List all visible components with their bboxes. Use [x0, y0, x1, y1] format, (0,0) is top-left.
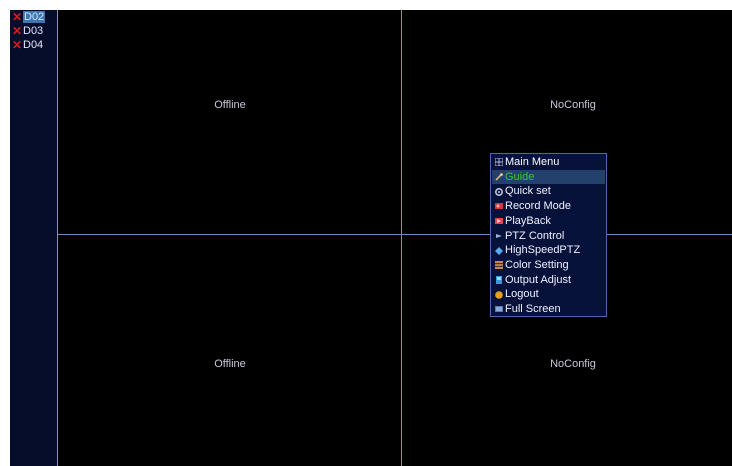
- channel-label: D04: [23, 39, 44, 51]
- menu-title: Main Menu: [492, 155, 605, 170]
- channel-item-d04[interactable]: ✕ D04: [12, 39, 43, 51]
- menu-item-label: HighSpeedPTZ: [505, 244, 581, 257]
- menu-item-label: Quick set: [505, 185, 551, 198]
- menu-item-quick-set[interactable]: Quick set: [492, 184, 605, 199]
- channel-item-d02[interactable]: ✕ D02: [12, 10, 46, 24]
- menu-item-label: PTZ Control: [505, 229, 565, 242]
- gear-icon: [495, 187, 503, 196]
- quadrant-bottom-right-status: NoConfig: [550, 358, 596, 370]
- channel-item-d03[interactable]: ✕ D03: [12, 25, 43, 37]
- menu-item-record-mode[interactable]: Record Mode: [492, 199, 605, 214]
- x-icon: ✕: [12, 24, 23, 38]
- menu-item-guide[interactable]: Guide: [492, 169, 605, 185]
- x-icon: ✕: [12, 10, 23, 24]
- menu-item-color-setting[interactable]: Color Setting: [492, 258, 605, 273]
- wand-icon: [495, 173, 503, 181]
- quadrant-bottom-left-status: Offline: [214, 358, 246, 370]
- menu-item-full-screen[interactable]: Full Screen: [492, 302, 605, 317]
- quadrant-top-right-status: NoConfig: [550, 99, 596, 111]
- menu-item-label: Color Setting: [505, 258, 569, 271]
- menu-item-label: Full Screen: [505, 303, 561, 315]
- menu-item-label: PlayBack: [505, 214, 551, 227]
- output-adjust-icon: [496, 275, 502, 284]
- menu-grid-icon: [495, 158, 503, 167]
- channel-label: D03: [23, 25, 44, 37]
- menu-item-ptz-control[interactable]: PTZ Control: [492, 229, 605, 244]
- channel-label: D02: [23, 11, 46, 23]
- menu-item-logout[interactable]: Logout: [492, 287, 605, 302]
- highspeed-ptz-icon: [495, 246, 503, 255]
- channel-sidebar: ✕ D02 ✕ D03 ✕ D04: [10, 10, 58, 466]
- quadrant-top-left-status: Offline: [214, 99, 246, 111]
- menu-item-label: Guide: [505, 170, 535, 183]
- logout-icon: [495, 290, 503, 299]
- playback-icon: [495, 218, 503, 225]
- grid-divider-vertical: [401, 10, 402, 466]
- menu-item-label: Logout: [505, 288, 539, 301]
- menu-item-playback[interactable]: PlayBack: [492, 214, 605, 229]
- menu-item-label: Record Mode: [505, 200, 572, 213]
- ptz-icon: [496, 233, 502, 238]
- menu-item-output-adjust[interactable]: Output Adjust: [492, 273, 605, 288]
- grid-divider-horizontal: [58, 234, 732, 235]
- fullscreen-icon: [495, 306, 503, 313]
- dvr-screen: ✕ D02 ✕ D03 ✕ D04 Offline NoConfig Offli…: [10, 10, 732, 466]
- menu-title-label: Main Menu: [505, 156, 560, 168]
- x-icon: ✕: [12, 38, 23, 52]
- record-icon: [495, 203, 503, 210]
- main-menu-popup: Main Menu Guide Quick set Record Mode Pl…: [490, 153, 607, 317]
- menu-item-label: Output Adjust: [505, 273, 572, 286]
- color-setting-icon: [495, 261, 503, 270]
- menu-item-highspeedptz[interactable]: HighSpeedPTZ: [492, 243, 605, 258]
